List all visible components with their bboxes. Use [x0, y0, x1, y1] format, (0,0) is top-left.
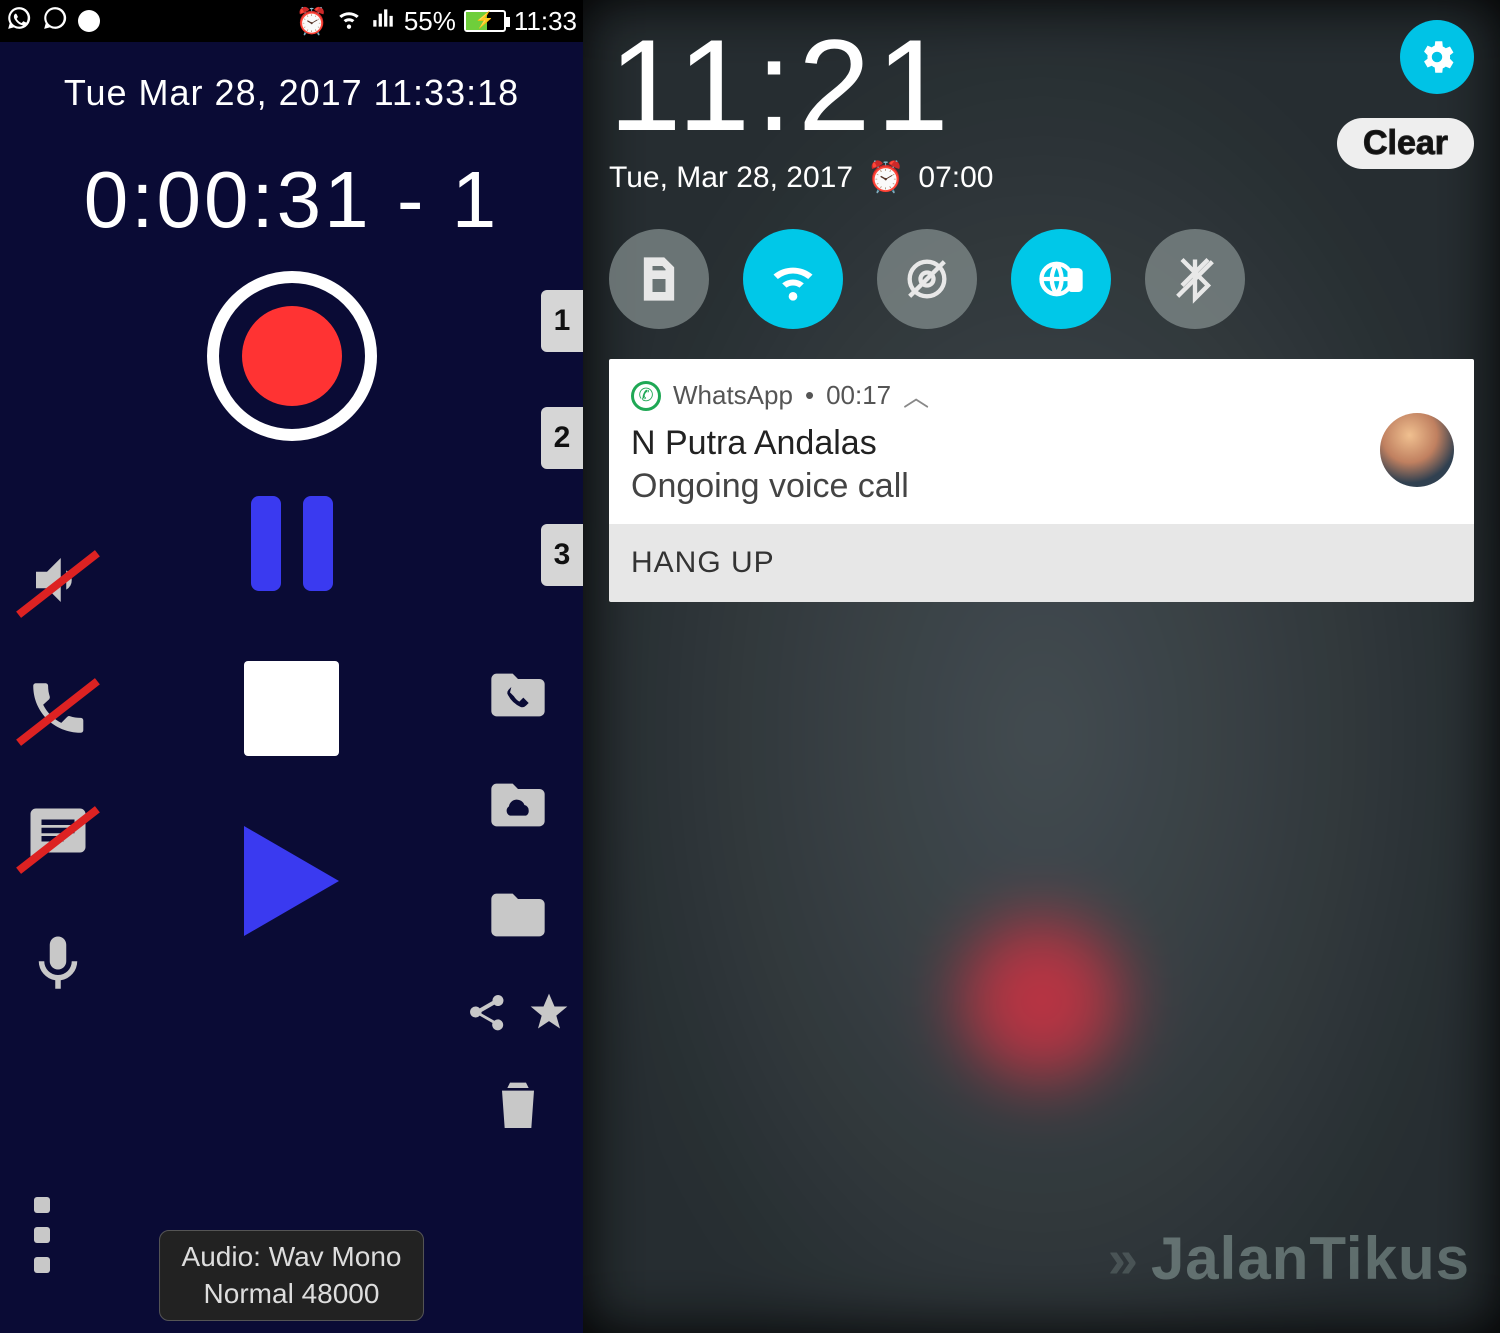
chevron-up-icon[interactable]: ︿	[903, 377, 929, 414]
whatsapp-icon	[42, 5, 68, 38]
alarm-icon: ⏰	[867, 160, 904, 195]
qs-sim-toggle[interactable]	[609, 229, 709, 329]
more-menu-button[interactable]	[34, 1197, 50, 1273]
record-button[interactable]	[207, 271, 377, 441]
audio-line1: Audio: Wav Mono	[182, 1239, 402, 1275]
whatsapp-icon: ✆	[631, 381, 661, 411]
alarm-icon: ⏰	[295, 6, 327, 37]
notif-duration: 00:17	[826, 380, 891, 411]
audio-line2: Normal 48000	[182, 1276, 402, 1312]
gear-icon	[1416, 36, 1458, 78]
speaker-toggle[interactable]	[18, 545, 98, 615]
whatsapp-icon	[6, 5, 32, 38]
qs-bluetooth-toggle[interactable]	[1145, 229, 1245, 329]
cloud-folder-button[interactable]	[479, 770, 557, 840]
whatsapp-call-notification[interactable]: ✆ WhatsApp • 00:17 ︿ N Putra Andalas Ong…	[609, 359, 1474, 602]
hang-up-button[interactable]: HANG UP	[609, 524, 1474, 602]
folder-button[interactable]	[479, 880, 557, 950]
status-time: 11:33	[514, 6, 577, 37]
message-toggle[interactable]	[18, 801, 98, 871]
play-button[interactable]	[244, 826, 339, 936]
call-folder-button[interactable]	[479, 660, 557, 730]
trash-button[interactable]	[479, 1079, 557, 1129]
favorite-button[interactable]	[527, 990, 571, 1039]
battery-percent: 55%	[404, 6, 456, 37]
battery-icon: ⚡	[464, 10, 506, 32]
qs-data-toggle[interactable]	[1011, 229, 1111, 329]
shade-date: Tue, Mar 28, 2017	[609, 161, 853, 195]
watermark-text: JalanTikus	[1151, 1224, 1470, 1293]
elapsed-time: 0:00:31 - 1	[0, 154, 583, 246]
side-tab-3[interactable]: 3	[541, 524, 583, 586]
recording-datetime: Tue Mar 28, 2017 11:33:18	[0, 72, 583, 114]
notif-subtitle: Ongoing voice call	[631, 467, 1452, 506]
status-bar: ⏰ 55% ⚡ 11:33	[0, 0, 583, 42]
watermark-icon: »	[1108, 1228, 1139, 1290]
signal-icon	[370, 5, 396, 38]
notification-dot-icon	[78, 10, 100, 32]
mic-toggle[interactable]	[18, 929, 98, 999]
audio-settings-pill[interactable]: Audio: Wav Mono Normal 48000	[159, 1230, 425, 1321]
wifi-icon	[336, 5, 362, 38]
clear-button[interactable]: Clear	[1337, 118, 1474, 169]
qs-location-toggle[interactable]	[877, 229, 977, 329]
side-tab-2[interactable]: 2	[541, 407, 583, 469]
qs-wifi-toggle[interactable]	[743, 229, 843, 329]
watermark: » JalanTikus	[1108, 1224, 1470, 1293]
notif-app-name: WhatsApp	[673, 380, 793, 411]
stop-button[interactable]	[244, 661, 339, 756]
alarm-time: 07:00	[918, 161, 993, 195]
notif-caller-name: N Putra Andalas	[631, 424, 1452, 463]
record-icon	[242, 306, 342, 406]
pause-button[interactable]	[251, 496, 333, 591]
notification-shade-screen: » JalanTikus 11:21 Clear Tue, Mar 28, 20…	[583, 0, 1500, 1333]
share-button[interactable]	[465, 990, 509, 1039]
caller-avatar	[1380, 413, 1454, 487]
recorder-screen: ⏰ 55% ⚡ 11:33 Tue Mar 28, 2017 11:33:18 …	[0, 0, 583, 1333]
call-toggle[interactable]	[18, 673, 98, 743]
settings-button[interactable]	[1400, 20, 1474, 94]
side-tab-1[interactable]: 1	[541, 290, 583, 352]
shade-date-row: Tue, Mar 28, 2017 ⏰ 07:00	[609, 160, 1474, 195]
